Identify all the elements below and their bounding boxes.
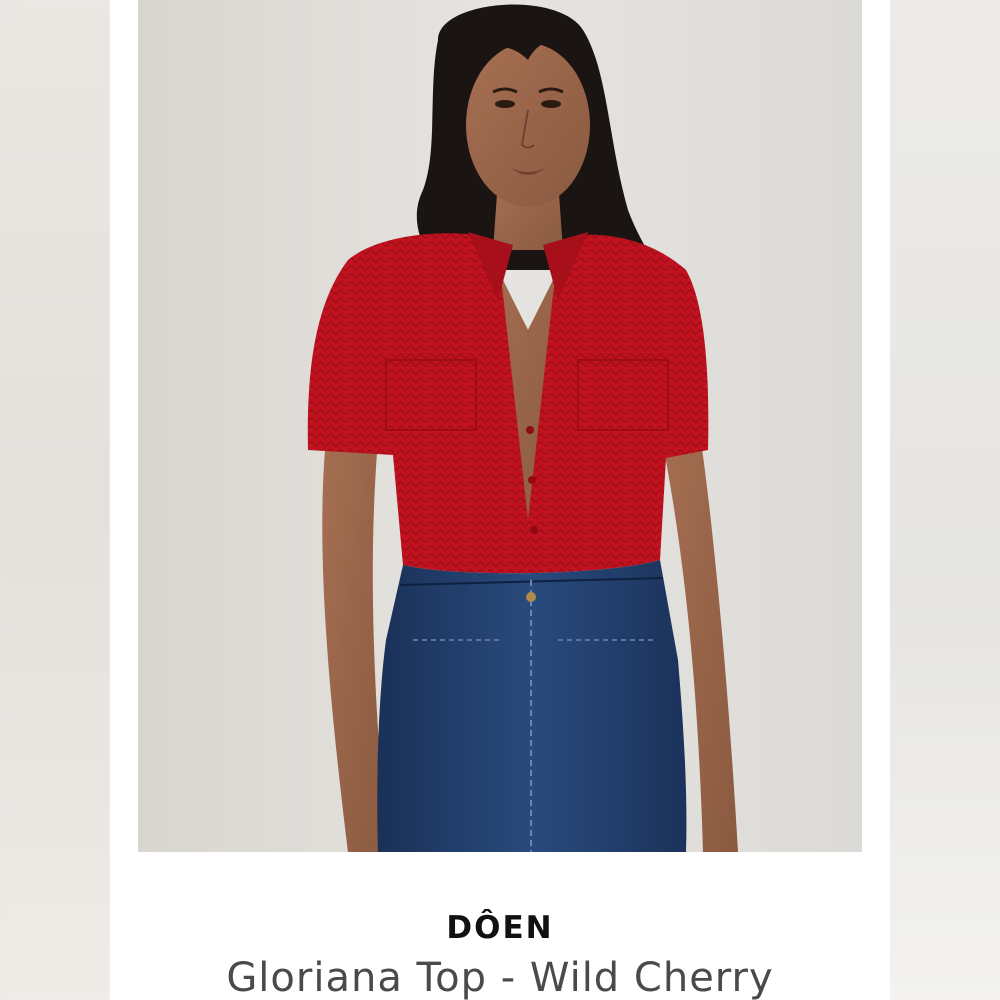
product-title[interactable]: Gloriana Top - Wild Cherry [110,955,890,1000]
screenshot-stage: DÔEN Gloriana Top - Wild Cherry [0,0,1000,1000]
blurred-background-left [0,0,110,1000]
product-card[interactable]: DÔEN Gloriana Top - Wild Cherry [110,0,890,1000]
blurred-background-right [890,0,1000,1000]
product-photo-illustration [138,0,862,852]
product-image[interactable] [138,0,862,852]
brand-name: DÔEN [446,910,554,946]
